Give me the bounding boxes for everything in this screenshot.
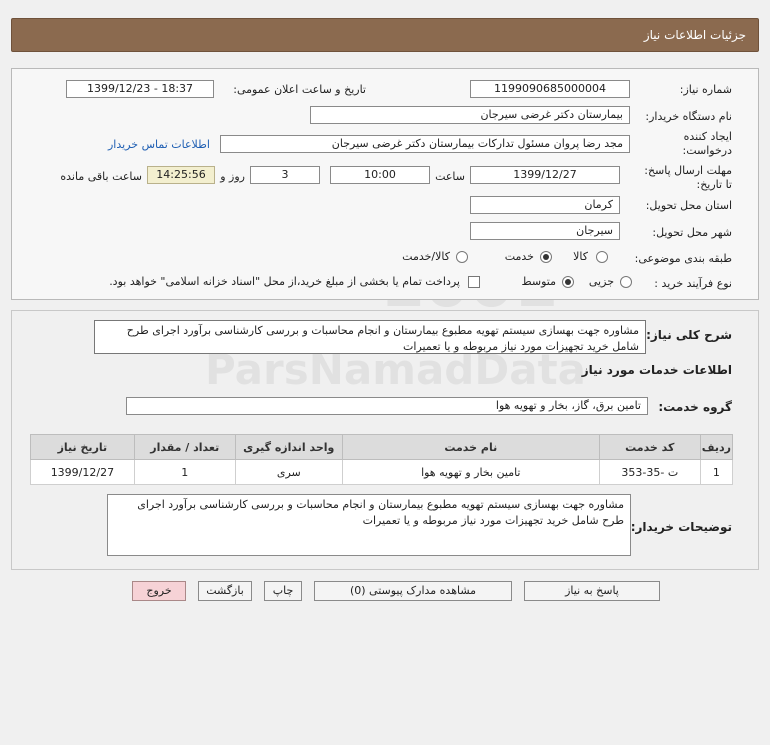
days-field: 3 (250, 166, 320, 184)
remaining-label: ساعت باقی مانده (60, 170, 142, 183)
exit-button[interactable]: خروج (132, 581, 186, 601)
payment-note: پرداخت تمام یا بخشی از مبلغ خرید،از محل … (109, 275, 460, 288)
deadline-time-field: 10:00 (330, 166, 430, 184)
announce-label: تاریخ و ساعت اعلان عمومی: (233, 83, 366, 96)
col-code: کد خدمت (598, 434, 701, 460)
process-radio-medium[interactable] (562, 276, 574, 288)
page-header: جزئیات اطلاعات نیاز (11, 18, 759, 52)
cell-name: تامین بخار و تهویه هوا (341, 459, 600, 485)
category-option-service: خدمت (504, 250, 534, 263)
col-qty: تعداد / مقدار (133, 434, 236, 460)
deadline-date-field: 1399/12/27 (470, 166, 620, 184)
col-name: نام خدمت (341, 434, 600, 460)
table-row: 1 ت -35-353 تامین بخار و تهویه هوا سری 1… (30, 459, 734, 485)
buyer-org-label: نام دستگاه خریدار: (645, 110, 732, 123)
need-number-label: شماره نیاز: (679, 83, 732, 96)
announce-datetime-field: 1399/12/23 - 18:37 (66, 80, 214, 98)
process-label: نوع فرآیند خرید : (654, 277, 732, 290)
services-table: ردیف کد خدمت نام خدمت واحد اندازه گیری ت… (30, 434, 734, 485)
days-label: روز و (220, 170, 245, 183)
treasury-checkbox[interactable] (468, 276, 480, 288)
city-field: سیرجان (470, 222, 620, 240)
buyer-contact-link[interactable]: اطلاعات تماس خریدار (108, 138, 210, 151)
deadline-label: مهلت ارسال پاسخ: تا تاریخ: (644, 164, 732, 191)
category-label: طبقه بندی موضوعی: (634, 252, 732, 265)
back-button[interactable]: بازگشت (198, 581, 252, 601)
requester-field: مجد رضا پروان مسئول تدارکات بیمارستان دک… (220, 135, 630, 153)
cell-row: 1 (699, 459, 734, 485)
summary-text: مشاوره جهت بهسازی سیستم تهویه مطبوع بیما… (94, 320, 646, 354)
category-option-goods: کالا (573, 250, 588, 263)
col-date: تاریخ نیاز (30, 434, 135, 460)
col-unit: واحد اندازه گیری (234, 434, 343, 460)
need-number-field: 1199090685000004 (470, 80, 630, 98)
category-radio-goods[interactable] (596, 251, 608, 263)
category-radio-service[interactable] (540, 251, 552, 263)
remaining-time-field: 14:25:56 (147, 166, 215, 184)
cell-date: 1399/12/27 (30, 459, 135, 485)
service-group-label: گروه خدمت: (658, 400, 732, 414)
requester-label: ایجاد کننده درخواست: (682, 130, 732, 157)
buyer-org-field: بیمارستان دکتر غرضی سیرجان (310, 106, 630, 124)
city-label: شهر محل تحویل: (652, 226, 732, 239)
service-group-field: تامین برق، گاز، بخار و تهویه هوا (126, 397, 648, 415)
services-heading: اطلاعات خدمات مورد نیاز (581, 363, 732, 377)
table-header-row: ردیف کد خدمت نام خدمت واحد اندازه گیری ت… (30, 434, 734, 460)
process-radio-minor[interactable] (620, 276, 632, 288)
buyer-notes-text: مشاوره جهت بهسازی سیستم تهویه مطبوع بیما… (107, 494, 631, 556)
reply-button[interactable]: پاسخ به نیاز (524, 581, 660, 601)
attachments-button[interactable]: مشاهده مدارک پیوستی (0) (314, 581, 512, 601)
province-field: کرمان (470, 196, 620, 214)
cell-unit: سری (234, 459, 343, 485)
province-label: استان محل تحویل: (645, 199, 732, 212)
col-row: ردیف (699, 434, 734, 460)
cell-code: ت -35-353 (598, 459, 701, 485)
category-option-goods-service: کالا/خدمت (402, 250, 450, 263)
page-title: جزئیات اطلاعات نیاز (643, 28, 746, 42)
category-radio-goods-service[interactable] (456, 251, 468, 263)
process-option-medium: متوسط (521, 275, 556, 288)
process-option-minor: جزیی (588, 275, 614, 288)
print-button[interactable]: چاپ (264, 581, 302, 601)
cell-qty: 1 (133, 459, 236, 485)
deadline-time-label: ساعت (435, 170, 465, 183)
buyer-notes-label: توضیحات خریدار: (630, 520, 732, 534)
summary-label: شرح کلی نیاز: (646, 328, 732, 342)
